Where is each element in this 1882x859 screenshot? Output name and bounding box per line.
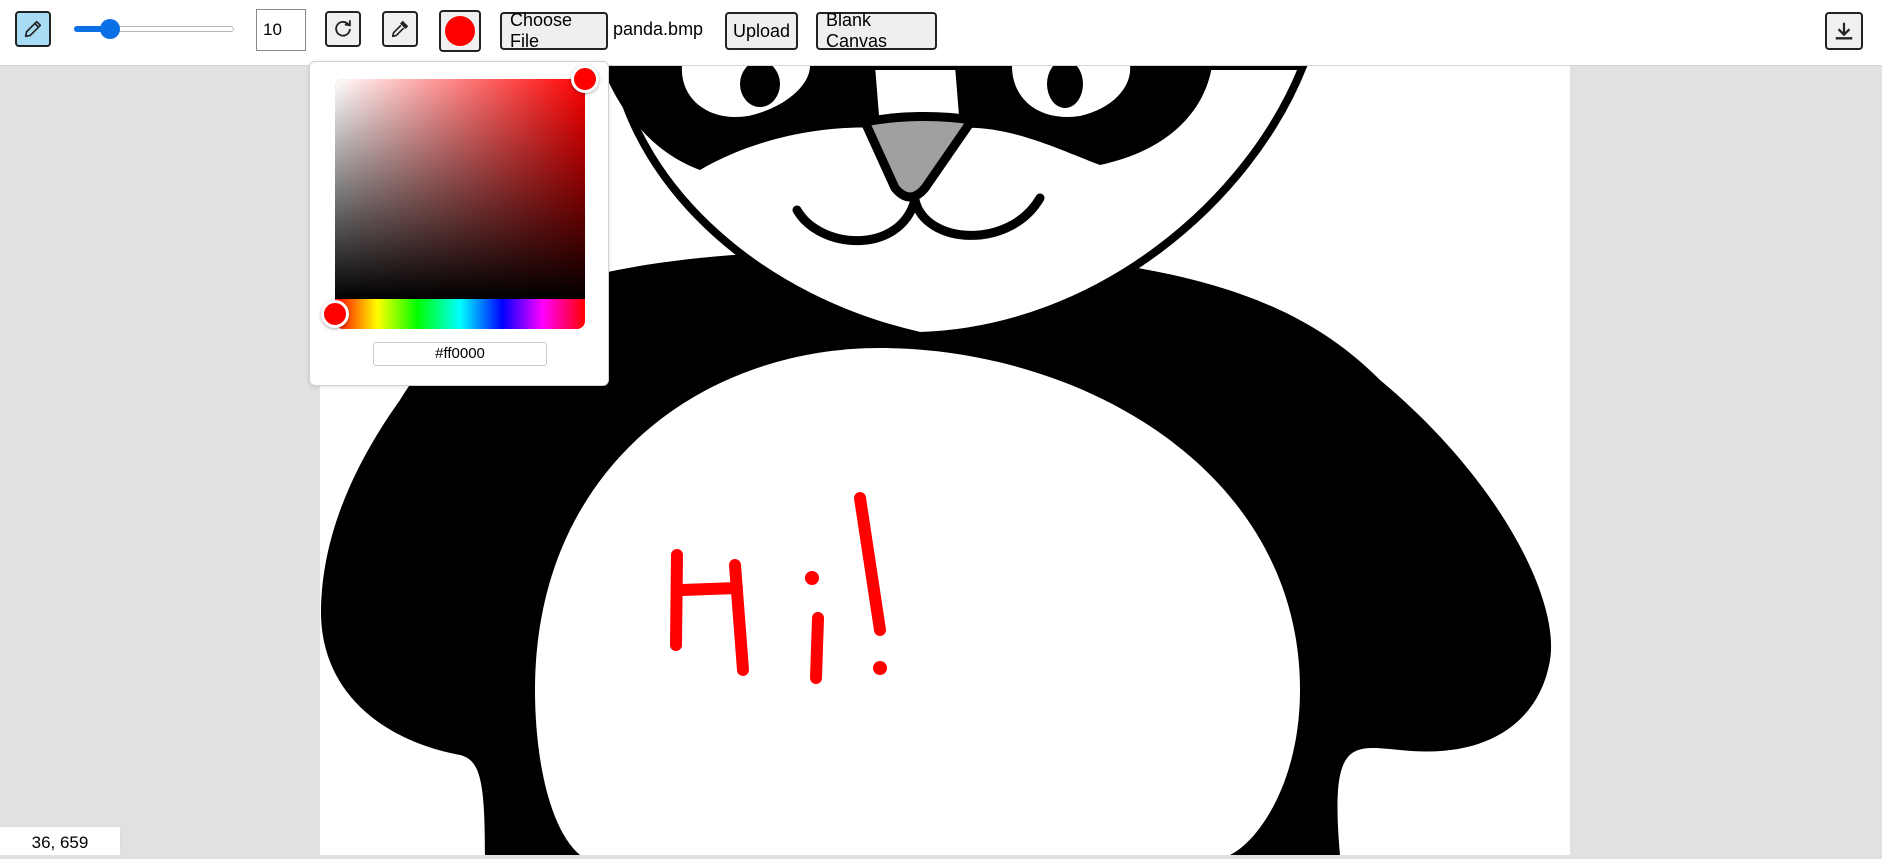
file-name-label: panda.bmp — [613, 19, 704, 39]
download-icon — [1835, 22, 1853, 40]
choose-file-button[interactable]: Choose File — [500, 10, 608, 51]
saturation-value-handle[interactable] — [571, 65, 599, 93]
color-picker-popup: #ff0000 — [309, 61, 609, 386]
pencil-icon — [24, 20, 42, 38]
color-picker-button[interactable] — [439, 10, 481, 52]
current-color-swatch — [445, 16, 475, 46]
brush-size-input[interactable]: 10 — [256, 9, 306, 51]
reset-button[interactable] — [325, 11, 361, 47]
toolbar: 10 Choose File panda.bmp Upload Blank Ca… — [0, 0, 1882, 66]
eyedropper-icon — [391, 20, 409, 38]
hue-slider[interactable] — [335, 299, 585, 329]
brush-size-slider[interactable] — [74, 19, 234, 39]
cursor-coordinates: 36, 659 — [0, 826, 121, 855]
hue-handle[interactable] — [321, 300, 349, 328]
eyedropper-button[interactable] — [382, 11, 418, 47]
upload-button[interactable]: Upload — [725, 12, 798, 50]
hex-color-input[interactable]: #ff0000 — [373, 342, 547, 366]
pencil-tool-button[interactable] — [15, 11, 51, 47]
download-button[interactable] — [1825, 12, 1863, 50]
blank-canvas-button[interactable]: Blank Canvas — [816, 10, 937, 51]
refresh-icon — [335, 20, 351, 37]
saturation-value-area[interactable] — [335, 79, 585, 299]
